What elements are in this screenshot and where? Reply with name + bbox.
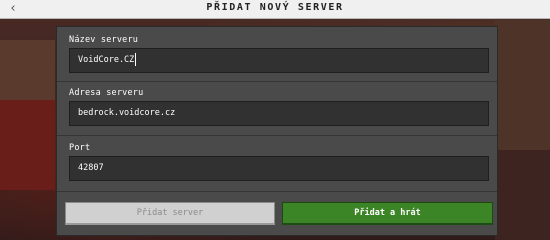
port-label: Port bbox=[69, 143, 91, 153]
add-server-form: Název serveru VoidCore.CZ Adresa serveru… bbox=[56, 26, 498, 236]
text-caret bbox=[135, 53, 137, 66]
field-divider bbox=[57, 135, 497, 136]
add-and-play-button[interactable]: Přidat a hrát bbox=[282, 202, 493, 225]
title-bar: ‹ PŘIDAT NOVÝ SERVER bbox=[0, 0, 550, 19]
background-block bbox=[495, 150, 550, 240]
add-server-button[interactable]: Přidat server bbox=[65, 202, 275, 225]
server-address-input[interactable]: bedrock.voidcore.cz bbox=[69, 101, 489, 126]
server-address-value: bedrock.voidcore.cz bbox=[78, 108, 176, 118]
background-block bbox=[0, 100, 55, 190]
server-address-label: Adresa serveru bbox=[69, 88, 144, 98]
server-name-input[interactable]: VoidCore.CZ bbox=[69, 48, 489, 73]
background-block bbox=[0, 40, 55, 100]
server-name-value: VoidCore.CZ bbox=[78, 55, 135, 65]
server-name-label: Název serveru bbox=[69, 35, 139, 45]
field-divider bbox=[57, 191, 497, 192]
page-title: PŘIDAT NOVÝ SERVER bbox=[206, 2, 344, 13]
field-divider bbox=[57, 81, 497, 82]
background-block bbox=[495, 20, 550, 150]
port-input[interactable]: 42807 bbox=[69, 156, 489, 181]
port-value: 42807 bbox=[78, 163, 104, 173]
